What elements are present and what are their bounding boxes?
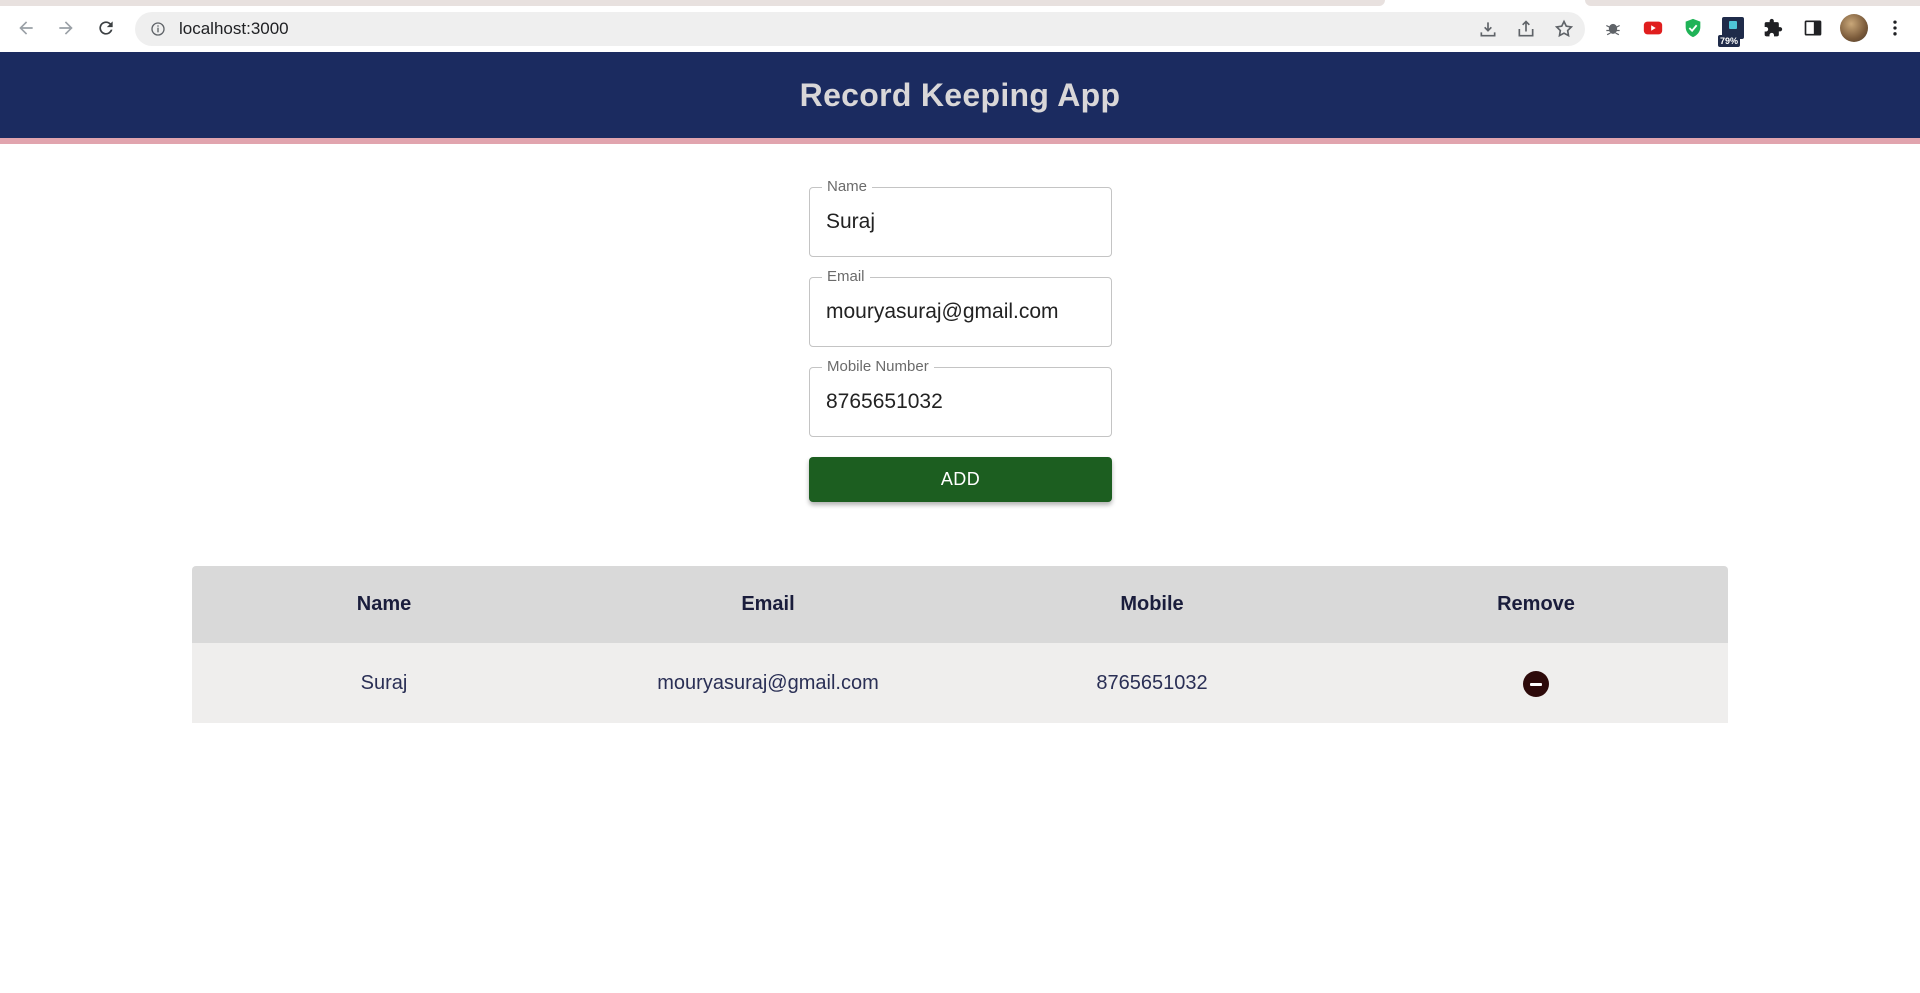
puzzle-extensions-icon[interactable] xyxy=(1760,15,1786,41)
email-field[interactable]: Email mouryasuraj@gmail.com xyxy=(809,268,1112,347)
cell-name: Suraj xyxy=(360,671,408,694)
forward-button[interactable] xyxy=(52,14,80,42)
cell-email: mouryasuraj@gmail.com xyxy=(657,671,879,694)
column-header-mobile: Mobile xyxy=(1120,593,1184,615)
email-field-label: Email xyxy=(822,268,870,285)
column-header-name: Name xyxy=(356,593,412,615)
table-row: Suraj mouryasuraj@gmail.com 8765651032 xyxy=(192,643,1728,723)
reload-button[interactable] xyxy=(92,14,120,42)
bug-extension-icon[interactable] xyxy=(1600,15,1626,41)
battery-percent-badge: 79% xyxy=(1718,35,1741,47)
column-header-email: Email xyxy=(741,593,795,615)
app-title: Record Keeping App xyxy=(799,76,1121,113)
reload-icon xyxy=(99,21,113,35)
url-text[interactable]: localhost:3000 xyxy=(179,19,289,39)
arrow-right-icon xyxy=(59,21,73,35)
cell-mobile: 8765651032 xyxy=(1096,671,1208,694)
browser-chrome: localhost:3000 79% xyxy=(0,0,1920,52)
install-icon[interactable] xyxy=(1477,18,1499,40)
app-header: Record Keeping App xyxy=(0,52,1920,144)
mobile-field[interactable]: Mobile Number 8765651032 xyxy=(809,358,1112,437)
arrow-left-icon xyxy=(19,21,33,35)
battery-extension-icon[interactable]: 79% xyxy=(1718,15,1746,47)
profile-avatar[interactable] xyxy=(1840,14,1868,42)
cell-remove xyxy=(1344,669,1728,698)
extensions-bar: 79% xyxy=(1600,14,1908,47)
remove-circle-icon[interactable] xyxy=(1523,671,1549,698)
record-form: Name Suraj Email mouryasuraj@gmail.com M… xyxy=(809,178,1112,502)
name-field-label: Name xyxy=(822,178,873,195)
add-button[interactable]: ADD xyxy=(809,457,1112,502)
name-field[interactable]: Name Suraj xyxy=(809,178,1112,257)
records-table: Name Email Mobile Remove Suraj mouryasur… xyxy=(192,566,1728,723)
side-panel-icon[interactable] xyxy=(1800,15,1826,41)
mobile-field-label: Mobile Number xyxy=(822,358,934,375)
more-menu-icon[interactable] xyxy=(1882,15,1908,41)
back-button[interactable] xyxy=(12,14,40,42)
name-input[interactable]: Suraj xyxy=(826,210,875,234)
tab-strip xyxy=(0,0,1385,6)
table-header-row: Name Email Mobile Remove xyxy=(192,566,1728,643)
mobile-input[interactable]: 8765651032 xyxy=(826,390,943,414)
bookmark-star-icon[interactable] xyxy=(1553,18,1575,40)
site-info-icon[interactable] xyxy=(149,20,167,38)
youtube-extension-icon[interactable] xyxy=(1640,15,1666,41)
share-icon[interactable] xyxy=(1515,18,1537,40)
shield-extension-icon[interactable] xyxy=(1680,15,1706,41)
tab-strip-right xyxy=(1585,0,1920,6)
address-bar[interactable]: localhost:3000 xyxy=(135,12,1585,46)
column-header-remove: Remove xyxy=(1497,593,1575,615)
email-input[interactable]: mouryasuraj@gmail.com xyxy=(826,300,1059,324)
